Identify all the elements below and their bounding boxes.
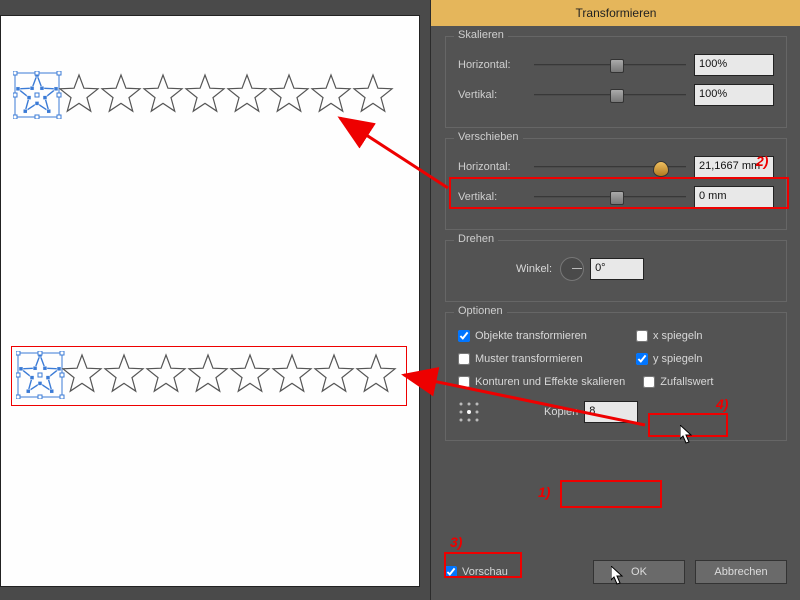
star-row-upper [13, 71, 397, 119]
cancel-button[interactable]: Abbrechen [695, 560, 787, 584]
scale-vertical-slider[interactable] [534, 88, 686, 102]
star-row-lower [11, 346, 407, 406]
move-section-label: Verschieben [454, 131, 523, 143]
move-horizontal-value[interactable]: 21,1667 mm [694, 156, 774, 178]
checkbox-transform-objects-label: Objekte transformieren [475, 330, 587, 342]
rotate-angle-label: Winkel: [516, 263, 552, 275]
dialog-title: Transformieren [431, 0, 800, 26]
scale-horizontal-label: Horizontal: [458, 59, 526, 71]
scale-vertical-label: Vertikal: [458, 89, 526, 101]
checkbox-mirror-x[interactable]: x spiegeln [636, 330, 703, 342]
copies-value[interactable]: 8 [584, 401, 638, 423]
checkbox-scale-strokes-label: Konturen und Effekte skalieren [475, 376, 625, 388]
checkbox-preview[interactable]: Vorschau [445, 566, 508, 578]
move-vertical-slider[interactable] [534, 190, 686, 204]
rotate-section: Drehen Winkel: 0° [445, 240, 787, 302]
copies-label: Kopien [544, 406, 578, 418]
ok-button[interactable]: OK [593, 560, 685, 584]
dialog-footer: Vorschau OK Abbrechen [445, 560, 787, 584]
checkbox-mirror-y-label: y spiegeln [653, 353, 703, 365]
checkbox-mirror-y[interactable]: y spiegeln [636, 353, 703, 365]
options-section: Optionen Objekte transformieren x spiege… [445, 312, 787, 441]
scale-section: Skalieren Horizontal: 100% Vertikal: 100… [445, 36, 787, 128]
checkbox-random[interactable]: Zufallswert [643, 376, 713, 388]
reference-point-grid[interactable] [458, 401, 480, 423]
canvas-area [0, 0, 430, 600]
scale-vertical-value[interactable]: 100% [694, 84, 774, 106]
checkbox-mirror-x-label: x spiegeln [653, 330, 703, 342]
rotate-section-label: Drehen [454, 233, 498, 245]
move-vertical-label: Vertikal: [458, 191, 526, 203]
rotate-angle-value[interactable]: 0° [590, 258, 644, 280]
move-vertical-value[interactable]: 0 mm [694, 186, 774, 208]
checkbox-transform-objects[interactable]: Objekte transformieren [458, 330, 618, 342]
checkbox-transform-patterns[interactable]: Muster transformieren [458, 353, 618, 365]
transform-dialog: Transformieren Skalieren Horizontal: 100… [430, 0, 800, 600]
move-horizontal-slider[interactable] [534, 160, 686, 174]
move-horizontal-label: Horizontal: [458, 161, 526, 173]
checkbox-random-label: Zufallswert [660, 376, 713, 388]
scale-section-label: Skalieren [454, 29, 508, 41]
scale-horizontal-slider[interactable] [534, 58, 686, 72]
options-section-label: Optionen [454, 305, 507, 317]
checkbox-preview-label: Vorschau [462, 566, 508, 578]
scale-horizontal-value[interactable]: 100% [694, 54, 774, 76]
checkbox-transform-patterns-label: Muster transformieren [475, 353, 583, 365]
checkbox-scale-strokes[interactable]: Konturen und Effekte skalieren [458, 376, 625, 388]
angle-dial[interactable] [560, 257, 584, 281]
move-section: Verschieben Horizontal: 21,1667 mm Verti… [445, 138, 787, 230]
artboard [0, 15, 420, 587]
